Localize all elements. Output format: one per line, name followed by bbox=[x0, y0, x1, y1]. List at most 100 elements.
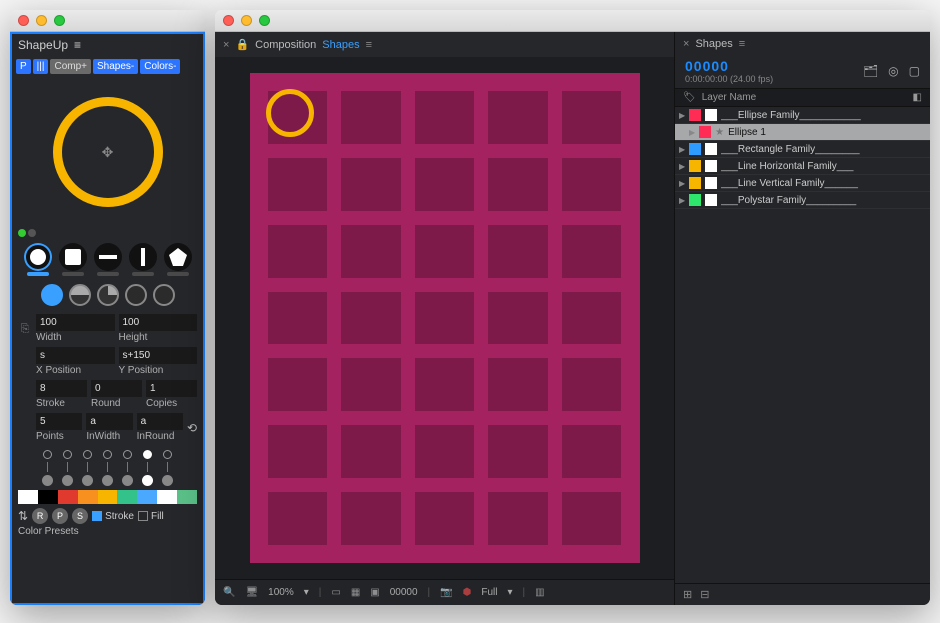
stroke-input[interactable] bbox=[36, 380, 87, 397]
timecode[interactable]: 00000 bbox=[685, 58, 773, 74]
preset-s-button[interactable]: S bbox=[72, 508, 88, 524]
blend-slot-0[interactable] bbox=[42, 450, 53, 486]
zoom-icon[interactable] bbox=[54, 15, 65, 26]
toggle-p[interactable]: P bbox=[16, 59, 31, 74]
shape-polygon-button[interactable] bbox=[164, 243, 192, 271]
swatch-7[interactable] bbox=[157, 490, 177, 504]
zoom-dropdown-icon[interactable]: ▾ bbox=[304, 587, 309, 598]
twirl-icon[interactable]: ▶ bbox=[679, 179, 685, 188]
tab-close-icon[interactable]: × bbox=[223, 39, 229, 51]
monitor-icon[interactable]: 🖥 bbox=[245, 587, 258, 598]
swatch-4[interactable] bbox=[98, 490, 118, 504]
layers-icon[interactable]: 🗂 bbox=[863, 64, 878, 78]
label-color[interactable] bbox=[689, 109, 701, 121]
canvas[interactable] bbox=[250, 73, 640, 563]
twirl-icon[interactable]: ▶ bbox=[679, 196, 685, 205]
panel-menu-icon[interactable]: ≡ bbox=[74, 38, 80, 52]
minimize-icon[interactable] bbox=[241, 15, 252, 26]
lock-icon[interactable]: 🔒 bbox=[235, 38, 249, 51]
copies-input[interactable] bbox=[146, 380, 197, 397]
twirl-icon[interactable]: ▶ bbox=[679, 111, 685, 120]
label-color[interactable] bbox=[689, 194, 701, 206]
mode-ring[interactable] bbox=[125, 284, 147, 306]
grid-icon[interactable]: ▦ bbox=[351, 587, 360, 598]
shape-line-h-button[interactable] bbox=[94, 243, 122, 271]
viewport[interactable] bbox=[215, 57, 674, 579]
swatch-0[interactable] bbox=[18, 490, 38, 504]
fill-checkbox[interactable]: Fill bbox=[138, 511, 164, 522]
shape-circle-button[interactable] bbox=[24, 243, 52, 271]
link-wh-icon[interactable]: ⎘ bbox=[18, 314, 32, 343]
bookmark-icon[interactable]: ◧ bbox=[913, 92, 922, 103]
shape-line-v-button[interactable] bbox=[129, 243, 157, 271]
width-input[interactable] bbox=[36, 314, 115, 331]
inwidth-input[interactable] bbox=[86, 413, 132, 430]
view-icon[interactable]: ▥ bbox=[535, 587, 544, 598]
mode-outline[interactable] bbox=[153, 284, 175, 306]
label-color[interactable] bbox=[689, 177, 701, 189]
swatch-6[interactable] bbox=[137, 490, 157, 504]
aspect-icon[interactable]: ▭ bbox=[331, 587, 340, 598]
swatch-2[interactable] bbox=[58, 490, 78, 504]
twirl-icon[interactable]: ▶ bbox=[679, 145, 685, 154]
solo-box[interactable] bbox=[705, 177, 717, 189]
label-color[interactable] bbox=[689, 160, 701, 172]
time-display[interactable]: 00000 bbox=[390, 587, 418, 598]
blend-slot-6[interactable] bbox=[162, 450, 173, 486]
reset-icon[interactable]: ⟲ bbox=[187, 421, 197, 435]
resolution-arrow-icon[interactable]: ▾ bbox=[507, 587, 512, 598]
blend-slot-5[interactable] bbox=[142, 450, 153, 486]
channels-icon[interactable]: ⬢ bbox=[463, 587, 472, 598]
swatch-8[interactable] bbox=[177, 490, 197, 504]
label-color[interactable] bbox=[699, 126, 711, 138]
height-input[interactable] bbox=[119, 314, 198, 331]
mode-quarter[interactable] bbox=[97, 284, 119, 306]
mode-half[interactable] bbox=[69, 284, 91, 306]
mode-fill[interactable] bbox=[41, 284, 63, 306]
points-input[interactable] bbox=[36, 413, 82, 430]
blend-slot-3[interactable] bbox=[102, 450, 113, 486]
switches-icon[interactable]: ⊞ bbox=[683, 588, 692, 601]
blend-slot-2[interactable] bbox=[82, 450, 93, 486]
panel-menu-icon[interactable]: ≡ bbox=[366, 39, 371, 51]
layer-row[interactable]: ▶___Polystar Family_________ bbox=[675, 192, 930, 209]
preset-r-button[interactable]: R bbox=[32, 508, 48, 524]
layer-row[interactable]: ▶___Ellipse Family___________ bbox=[675, 107, 930, 124]
twirl-icon[interactable]: ▶ bbox=[689, 128, 695, 137]
swatch-3[interactable] bbox=[78, 490, 98, 504]
panel-menu-icon[interactable]: ≡ bbox=[739, 38, 744, 50]
resolution-dropdown[interactable]: Full bbox=[481, 587, 497, 598]
layer-row[interactable]: ▶___Line Vertical Family______ bbox=[675, 175, 930, 192]
toggle-shapes[interactable]: Shapes- bbox=[93, 59, 138, 74]
blend-slot-4[interactable] bbox=[122, 450, 133, 486]
ypos-input[interactable] bbox=[119, 347, 198, 364]
blend-slot-1[interactable] bbox=[62, 450, 73, 486]
minimize-icon[interactable] bbox=[36, 15, 47, 26]
snapshot-icon[interactable]: 📷 bbox=[440, 587, 452, 598]
layer-row[interactable]: ▶___Line Horizontal Family___ bbox=[675, 158, 930, 175]
zoom-icon[interactable] bbox=[259, 15, 270, 26]
swatch-5[interactable] bbox=[117, 490, 137, 504]
preset-p-button[interactable]: P bbox=[52, 508, 68, 524]
label-color[interactable] bbox=[689, 143, 701, 155]
toggle-colors[interactable]: Colors- bbox=[140, 59, 180, 74]
solo-box[interactable] bbox=[705, 160, 717, 172]
shape-square-button[interactable] bbox=[59, 243, 87, 271]
layer-row[interactable]: ▶___Rectangle Family________ bbox=[675, 141, 930, 158]
toggle-[interactable]: ||| bbox=[33, 59, 49, 74]
solo-box[interactable] bbox=[705, 194, 717, 206]
xpos-input[interactable] bbox=[36, 347, 115, 364]
anchor-icon[interactable]: ✥ bbox=[102, 144, 114, 161]
zoom-value[interactable]: 100% bbox=[268, 587, 294, 598]
solo-box[interactable] bbox=[705, 109, 717, 121]
shuffle-icon[interactable]: ⇅ bbox=[18, 509, 28, 523]
shy-icon[interactable]: ◎ bbox=[888, 64, 898, 78]
layer-row[interactable]: ▶★Ellipse 1 bbox=[675, 124, 930, 141]
magnify-icon[interactable]: 🔍 bbox=[223, 587, 235, 598]
guides-icon[interactable]: ▣ bbox=[370, 587, 379, 598]
canvas-ellipse[interactable] bbox=[266, 89, 314, 137]
stroke-checkbox[interactable]: Stroke bbox=[92, 511, 134, 522]
inround-input[interactable] bbox=[137, 413, 183, 430]
round-input[interactable] bbox=[91, 380, 142, 397]
modes-icon[interactable]: ⊟ bbox=[700, 588, 709, 601]
